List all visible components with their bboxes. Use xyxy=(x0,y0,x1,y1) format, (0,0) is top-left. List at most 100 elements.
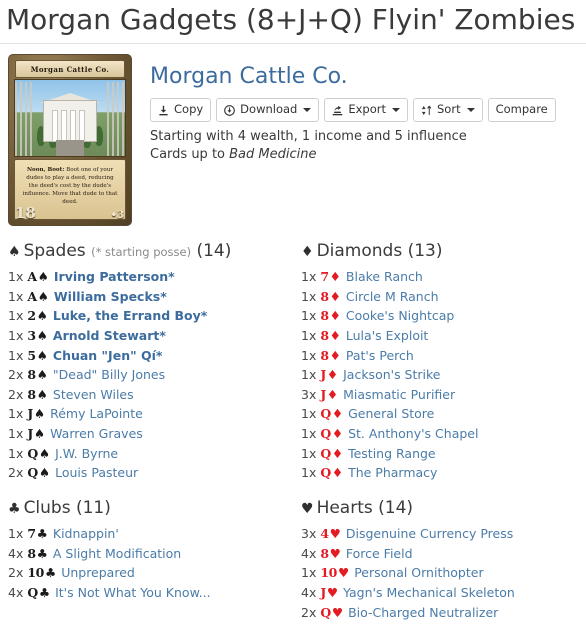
card-row[interactable]: 4x 8 ♣ A Slight Modification xyxy=(8,544,293,564)
card-row[interactable]: 2x 8 ♠ "Dead" Billy Jones xyxy=(8,365,293,385)
card-name[interactable]: Steven Wiles xyxy=(53,385,134,405)
card-row[interactable]: 2x 8 ♠ Steven Wiles xyxy=(8,385,293,405)
card-name[interactable]: Arnold Stewart* xyxy=(53,326,166,346)
card-suit-icon: ♦ xyxy=(326,386,339,402)
card-row[interactable]: 1x Q ♦ The Pharmacy xyxy=(301,463,586,483)
column-4 xyxy=(79,110,85,142)
card-row[interactable]: 1x 8 ♦ Pat's Perch xyxy=(301,346,586,366)
card-quantity: 4x xyxy=(301,545,317,561)
card-rank: 10 xyxy=(320,565,337,581)
card-rank: 8 xyxy=(320,308,329,324)
card-row[interactable]: 1x 8 ♦ Lula's Exploit xyxy=(301,326,586,346)
card-row[interactable]: 1x Q ♦ General Store xyxy=(301,404,586,424)
card-rank: 8 xyxy=(320,327,329,343)
card-quantity: 2x xyxy=(8,465,24,481)
card-name[interactable]: Cooke's Nightcap xyxy=(346,306,454,326)
card-row[interactable]: 1x Q ♦ St. Anthony's Chapel xyxy=(301,424,586,444)
compare-label: Compare xyxy=(495,102,548,117)
card-row[interactable]: 1x 2 ♠ Luke, the Errand Boy* xyxy=(8,306,293,326)
card-rank: Q xyxy=(320,465,331,481)
card-row[interactable]: 4x 8 ♥ Force Field xyxy=(301,544,586,564)
card-row[interactable]: 3x J ♦ Miasmatic Purifier xyxy=(301,385,586,405)
card-row[interactable]: 2x 10 ♣ Unprepared xyxy=(8,563,293,583)
copy-button[interactable]: Copy xyxy=(150,98,212,122)
card-name[interactable]: Jackson's Strike xyxy=(343,365,440,385)
card-name[interactable]: William Specks* xyxy=(54,287,167,307)
card-row[interactable]: 1x 7 ♣ Kidnappin' xyxy=(8,524,293,544)
deck-card-image[interactable]: Morgan Cattle Co. Noon, Boot: Boot one o… xyxy=(8,54,132,226)
card-name[interactable]: Warren Graves xyxy=(50,424,143,444)
card-name[interactable]: Bio-Charged Neutralizer xyxy=(348,603,498,623)
card-row[interactable]: 1x 7 ♦ Blake Ranch xyxy=(301,267,586,287)
card-name[interactable]: Lula's Exploit xyxy=(346,326,428,346)
card-name[interactable]: St. Anthony's Chapel xyxy=(348,424,478,444)
card-suit-icon: ♠ xyxy=(37,269,49,285)
card-name[interactable]: Luke, the Errand Boy* xyxy=(53,306,207,326)
card-name[interactable]: Miasmatic Purifier xyxy=(343,385,455,405)
card-name[interactable]: Louis Pasteur xyxy=(55,463,138,483)
card-name[interactable]: Yagn's Mechanical Skeleton xyxy=(343,583,515,603)
section-diamonds: ♦ Diamonds (13) 1x 7 ♦ Blake Ranch 1x 8 ♦ Circle … xyxy=(293,240,586,483)
card-row[interactable]: 1x Q ♦ Testing Range xyxy=(301,444,586,464)
card-name[interactable]: Blake Ranch xyxy=(346,267,423,287)
card-name[interactable]: Pat's Perch xyxy=(346,346,414,366)
card-rank: A xyxy=(27,269,37,285)
card-row[interactable]: 1x A ♠ William Specks* xyxy=(8,287,293,307)
walkway xyxy=(56,140,84,156)
card-row[interactable]: 1x J ♠ Warren Graves xyxy=(8,424,293,444)
card-name[interactable]: Disgenuine Currency Press xyxy=(346,524,513,544)
card-quantity: 4x xyxy=(301,584,317,600)
card-row[interactable]: 1x J ♠ Rémy LaPointe xyxy=(8,404,293,424)
card-rank: 8 xyxy=(27,386,36,402)
deck-starting-resources: Starting with 4 wealth, 1 income and 5 i… xyxy=(150,128,467,144)
compare-button[interactable]: Compare xyxy=(487,98,556,122)
card-name[interactable]: A Slight Modification xyxy=(53,544,181,564)
card-suit-icon: ♣ xyxy=(44,565,57,581)
card-row[interactable]: 3x 4 ♥ Disgenuine Currency Press xyxy=(301,524,586,544)
card-row[interactable]: 1x J ♦ Jackson's Strike xyxy=(301,365,586,385)
card-quantity: 1x xyxy=(301,288,317,304)
card-row[interactable]: 1x 3 ♠ Arnold Stewart* xyxy=(8,326,293,346)
card-row[interactable]: 1x Q ♠ J.W. Byrne xyxy=(8,444,293,464)
card-name[interactable]: "Dead" Billy Jones xyxy=(53,365,165,385)
card-row[interactable]: 1x 10 ♥ Personal Ornithopter xyxy=(301,563,586,583)
sort-button[interactable]: Sort xyxy=(413,98,483,122)
deck-name[interactable]: Morgan Cattle Co. xyxy=(150,64,580,90)
card-rank: 8 xyxy=(320,288,329,304)
card-name[interactable]: General Store xyxy=(348,404,434,424)
card-name[interactable]: The Pharmacy xyxy=(348,463,437,483)
suit-glyph-hearts: ♥ xyxy=(301,500,314,517)
card-name[interactable]: Irving Patterson* xyxy=(54,267,175,287)
card-rank: J xyxy=(320,386,326,402)
card-row[interactable]: 4x J ♥ Yagn's Mechanical Skeleton xyxy=(301,583,586,603)
card-name[interactable]: Chuan "Jen" Qí* xyxy=(53,346,163,366)
card-name[interactable]: It's Not What You Know... xyxy=(55,583,210,603)
card-row[interactable]: 4x Q ♣ It's Not What You Know... xyxy=(8,583,293,603)
card-name[interactable]: Kidnappin' xyxy=(53,524,119,544)
card-row[interactable]: 1x 8 ♦ Circle M Ranch xyxy=(301,287,586,307)
suit-glyph-clubs: ♣ xyxy=(8,500,21,517)
card-name[interactable]: Personal Ornithopter xyxy=(354,563,483,583)
card-quantity: 1x xyxy=(301,565,317,581)
card-name[interactable]: Rémy LaPointe xyxy=(50,404,143,424)
card-name[interactable]: J.W. Byrne xyxy=(55,444,118,464)
card-row[interactable]: 2x Q ♠ Louis Pasteur xyxy=(8,463,293,483)
fence-left xyxy=(15,82,33,156)
card-name[interactable]: Testing Range xyxy=(348,444,436,464)
card-row[interactable]: 1x 8 ♦ Cooke's Nightcap xyxy=(301,306,586,326)
card-row[interactable]: 2x Q ♥ Bio-Charged Neutralizer xyxy=(301,603,586,623)
download-button[interactable]: Download xyxy=(216,98,320,122)
suit-name: Hearts xyxy=(316,497,373,518)
card-name[interactable]: Force Field xyxy=(346,544,413,564)
card-name[interactable]: Unprepared xyxy=(61,563,135,583)
card-row[interactable]: 1x 5 ♠ Chuan "Jen" Qí* xyxy=(8,346,293,366)
export-button[interactable]: Export xyxy=(324,98,408,122)
card-quantity: 1x xyxy=(8,406,24,422)
card-name[interactable]: Circle M Ranch xyxy=(346,287,439,307)
card-quantity: 1x xyxy=(301,367,317,383)
card-row[interactable]: 1x A ♠ Irving Patterson* xyxy=(8,267,293,287)
card-rank: J xyxy=(27,426,33,442)
suit-name: Diamonds xyxy=(316,241,403,261)
suit-glyph-spades: ♠ xyxy=(8,244,21,260)
column-3 xyxy=(70,110,76,142)
